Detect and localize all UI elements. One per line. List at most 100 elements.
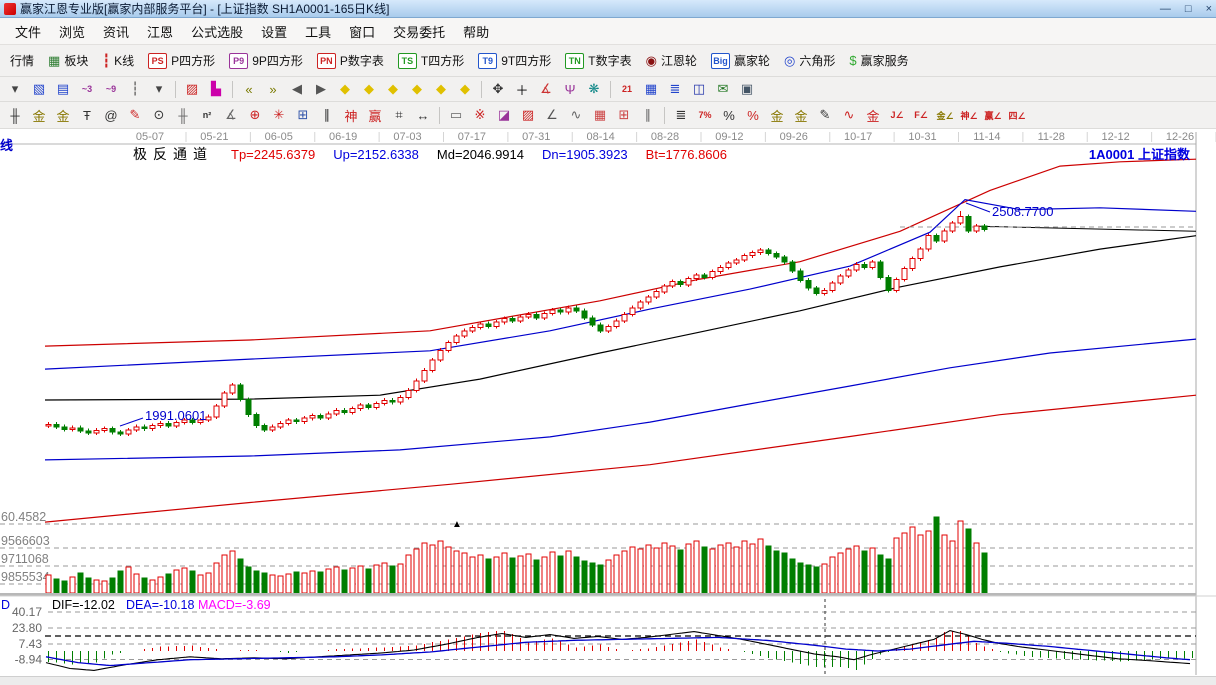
hand-pan-icon[interactable]: ✥ xyxy=(486,79,510,99)
menu-item-资讯[interactable]: 资讯 xyxy=(94,19,138,44)
candle-style-icon[interactable]: ┆ xyxy=(123,79,147,99)
menu-item-公式选股[interactable]: 公式选股 xyxy=(182,19,252,44)
candle-style-caret-icon[interactable]: ▾ xyxy=(147,79,171,99)
zoom-area-icon[interactable]: ▧ xyxy=(27,79,51,99)
ruler-123-icon[interactable]: ⌗ xyxy=(387,105,411,125)
star-web-icon[interactable]: ✳ xyxy=(267,105,291,125)
nav-prev-icon[interactable]: ◀ xyxy=(285,79,309,99)
angle-fan-icon[interactable]: ∠ xyxy=(540,105,564,125)
gold-level-icon[interactable]: 金 xyxy=(789,105,813,125)
menu-item-帮助[interactable]: 帮助 xyxy=(454,19,498,44)
volume-profile-icon[interactable]: ▙ xyxy=(204,79,228,99)
angle-a-icon[interactable]: ∡ xyxy=(219,105,243,125)
n-square-icon[interactable]: n² xyxy=(195,105,219,125)
si-angle-icon[interactable]: 四∠ xyxy=(1005,105,1029,125)
k-marks-icon[interactable]: ∥ xyxy=(315,105,339,125)
kline-button[interactable]: ┇K线 xyxy=(95,49,141,72)
p9-square-button[interactable]: P99P四方形 xyxy=(222,49,310,72)
p-number-button[interactable]: PNP数字表 xyxy=(310,49,391,72)
f-angle-icon[interactable]: F∠ xyxy=(909,105,933,125)
nav-next-icon[interactable]: ▶ xyxy=(309,79,333,99)
brush-icon[interactable]: ✎ xyxy=(123,105,147,125)
dropdown-caret-icon[interactable]: ▾ xyxy=(3,79,27,99)
p-square-button[interactable]: PSP四方形 xyxy=(141,49,222,72)
span-arrow-icon[interactable]: ↔ xyxy=(411,105,435,125)
percent-level-icon[interactable]: % xyxy=(741,105,765,125)
rect-tool-icon[interactable]: ▭ xyxy=(444,105,468,125)
levels-list-icon[interactable]: ≣ xyxy=(669,105,693,125)
menu-item-窗口[interactable]: 窗口 xyxy=(340,19,384,44)
price-ruler-icon[interactable]: ╫ xyxy=(3,105,27,125)
gold-circle-icon[interactable]: 金 xyxy=(765,105,789,125)
gold-level2-icon[interactable]: 金 xyxy=(861,105,885,125)
gann-frame-icon[interactable]: Ψ xyxy=(558,79,582,99)
nav-first-icon[interactable]: « xyxy=(237,79,261,99)
minimize-button[interactable]: — xyxy=(1160,3,1171,15)
notes-icon[interactable]: ≣ xyxy=(663,79,687,99)
menu-item-工具[interactable]: 工具 xyxy=(296,19,340,44)
diamond-right-icon[interactable]: ◆ xyxy=(357,79,381,99)
hexagon-button[interactable]: ◎六角形 xyxy=(777,49,842,72)
mail-globe-icon-glyph: ✉ xyxy=(718,81,729,97)
save-disk-icon[interactable]: ◫ xyxy=(687,79,711,99)
gann-wheel-button[interactable]: ◉江恩轮 xyxy=(639,49,704,72)
t9-square-button[interactable]: T99T四方形 xyxy=(471,49,558,72)
calendar-icon[interactable]: 21 xyxy=(615,79,639,99)
j-angle-icon[interactable]: J∠ xyxy=(885,105,909,125)
wave3-icon[interactable]: ~3 xyxy=(75,79,99,99)
diamond-down-icon[interactable]: ◆ xyxy=(405,79,429,99)
calculator-icon[interactable]: ▦ xyxy=(639,79,663,99)
t-square-button[interactable]: TST四方形 xyxy=(391,49,471,72)
printer-icon[interactable]: ▣ xyxy=(735,79,759,99)
pen-flag-icon[interactable]: ✎ xyxy=(813,105,837,125)
crosshair-icon[interactable]: ＋ xyxy=(510,79,534,99)
red-grid2-icon[interactable]: ⊞ xyxy=(612,105,636,125)
angle-measure-icon[interactable]: ∡ xyxy=(534,79,558,99)
menu-item-浏览[interactable]: 浏览 xyxy=(50,19,94,44)
blocks-button[interactable]: ▦板块 xyxy=(41,49,95,72)
diamond-all-icon[interactable]: ◆ xyxy=(453,79,477,99)
fan-box-icon[interactable]: ◪ xyxy=(492,105,516,125)
compass-icon[interactable]: ⊕ xyxy=(243,105,267,125)
winner-wheel-button[interactable]: Big赢家轮 xyxy=(704,49,777,72)
wave9-icon[interactable]: ~9 xyxy=(99,79,123,99)
parallel-lines-icon[interactable]: ∥ xyxy=(636,105,660,125)
f-ruler-icon[interactable]: Ŧ xyxy=(75,105,99,125)
wave-a-icon[interactable]: ∿ xyxy=(837,105,861,125)
diamond-up-icon[interactable]: ◆ xyxy=(429,79,453,99)
pattern-red-icon[interactable]: ▨ xyxy=(180,79,204,99)
menu-item-文件[interactable]: 文件 xyxy=(6,19,50,44)
zigzag-icon[interactable]: ∿ xyxy=(564,105,588,125)
chart-area[interactable]: 05-0705-2106-0506-1907-0307-1707-3108-14… xyxy=(0,129,1216,676)
t-number-button[interactable]: TNT数字表 xyxy=(558,49,638,72)
menu-item-江恩[interactable]: 江恩 xyxy=(138,19,182,44)
close-button[interactable]: × xyxy=(1206,3,1212,15)
gold-angle-icon[interactable]: 金∠ xyxy=(933,105,957,125)
quotes-button[interactable]: 行情 xyxy=(3,49,41,72)
ruler-small-icon[interactable]: ╫ xyxy=(171,105,195,125)
shen-angle-icon[interactable]: 神∠ xyxy=(957,105,981,125)
mail-globe-icon[interactable]: ✉ xyxy=(711,79,735,99)
red-grid-icon[interactable]: ▦ xyxy=(588,105,612,125)
maximize-button[interactable]: □ xyxy=(1185,3,1192,15)
fan-grid-icon[interactable]: ▨ xyxy=(516,105,540,125)
gold-gann2-icon[interactable]: 金 xyxy=(51,105,75,125)
ying-icon[interactable]: 赢 xyxy=(363,105,387,125)
mind-icon[interactable]: ❋ xyxy=(582,79,606,99)
cycle-clock-icon[interactable]: ⊙ xyxy=(147,105,171,125)
percent-icon[interactable]: % xyxy=(717,105,741,125)
diamond-lr-icon[interactable]: ◆ xyxy=(381,79,405,99)
menu-item-交易委托[interactable]: 交易委托 xyxy=(384,19,454,44)
spiral-icon[interactable]: @ xyxy=(99,105,123,125)
diamond-left-icon[interactable]: ◆ xyxy=(333,79,357,99)
info-list-icon[interactable]: ▤ xyxy=(51,79,75,99)
grid-box-icon[interactable]: ⊞ xyxy=(291,105,315,125)
menu-item-设置[interactable]: 设置 xyxy=(252,19,296,44)
shen-icon[interactable]: 神 xyxy=(339,105,363,125)
nav-last-icon[interactable]: » xyxy=(261,79,285,99)
fan-lines-icon[interactable]: ※ xyxy=(468,105,492,125)
percent-red-icon[interactable]: 7% xyxy=(693,105,717,125)
winner-service-button[interactable]: $赢家服务 xyxy=(842,49,915,72)
gold-gann-icon[interactable]: 金 xyxy=(27,105,51,125)
ying-angle-icon[interactable]: 赢∠ xyxy=(981,105,1005,125)
